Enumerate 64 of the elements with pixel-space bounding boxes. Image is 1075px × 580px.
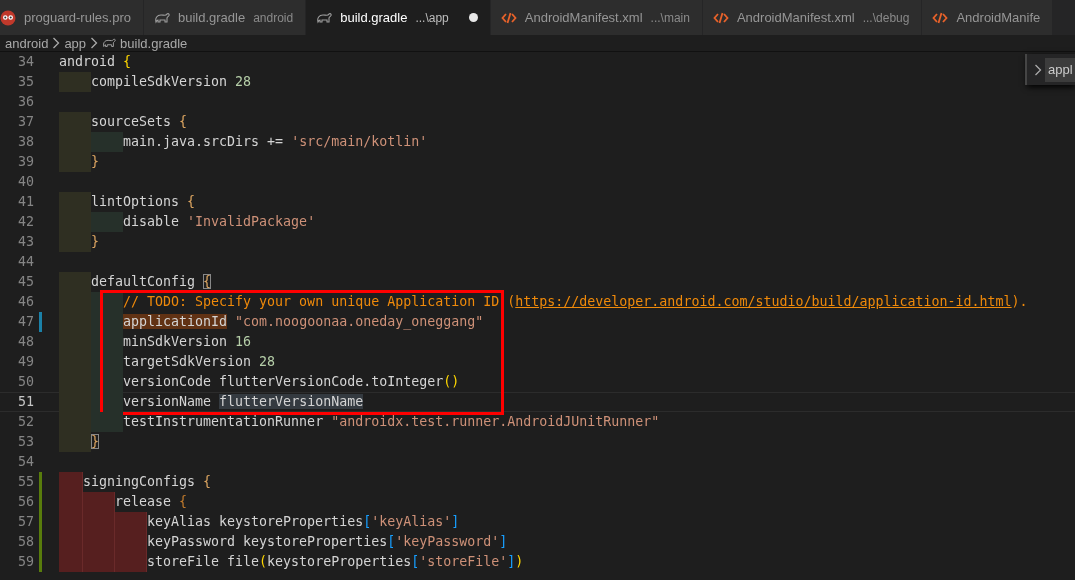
line-number: 37 bbox=[17, 113, 34, 131]
code-line: } bbox=[91, 153, 99, 171]
code-line: minSdkVersion 16 bbox=[123, 333, 252, 351]
line-number: 59 bbox=[17, 553, 34, 571]
editor-tab[interactable]: build.gradle android bbox=[143, 0, 307, 35]
code-line: // TODO: Specify your own unique Application ID (https://developer.android.com/studio/build/application-id.html). bbox=[123, 293, 1028, 311]
code-line: keyAlias keystoreProperties['keyAlias'] bbox=[147, 513, 460, 531]
line-number: 45 bbox=[17, 273, 34, 291]
code-line: signingConfigs { bbox=[83, 473, 212, 491]
line-number: 58 bbox=[17, 533, 34, 551]
code-line: release { bbox=[115, 493, 188, 511]
code-line: android { bbox=[59, 53, 132, 71]
line-number: 49 bbox=[17, 353, 34, 371]
line-number: 36 bbox=[17, 93, 34, 111]
line-number: 57 bbox=[17, 513, 34, 531]
line-number: 38 bbox=[17, 133, 34, 151]
code-line: versionCode flutterVersionCode.toInteger() bbox=[123, 373, 460, 391]
editor-tab[interactable]: proguard-rules.pro bbox=[0, 0, 144, 35]
breadcrumb-item[interactable]: app bbox=[64, 34, 87, 52]
line-number: 54 bbox=[17, 453, 34, 471]
code-line: versionName flutterVersionName bbox=[123, 393, 364, 411]
code-line: sourceSets { bbox=[91, 113, 188, 131]
code-line: targetSdkVersion 28 bbox=[123, 353, 276, 371]
line-number: 50 bbox=[17, 373, 34, 391]
editor-tab[interactable]: AndroidManifest.xml ...\debug bbox=[702, 0, 923, 35]
code-line: defaultConfig { bbox=[91, 273, 212, 291]
editor-tab[interactable]: AndroidManifest.xml ...\main bbox=[490, 0, 703, 35]
line-number: 55 bbox=[17, 473, 34, 491]
code-line: testInstrumentationRunner "androidx.test.runner.AndroidJUnitRunner" bbox=[123, 413, 660, 431]
line-number: 47 bbox=[17, 313, 34, 331]
chevron-icon bbox=[90, 37, 99, 49]
code-line: } bbox=[91, 233, 99, 251]
chevron-icon bbox=[52, 37, 61, 49]
code-line: applicationId "com.noogoonaa.oneday_oneggang" bbox=[123, 313, 484, 332]
code-line: } bbox=[91, 433, 99, 451]
elephant-icon bbox=[102, 36, 117, 50]
line-number: 41 bbox=[17, 193, 34, 211]
line-number: 46 bbox=[17, 293, 34, 311]
chevron-icon bbox=[1034, 63, 1042, 76]
code-line: storeFile file(keystoreProperties['storeFile']) bbox=[147, 553, 524, 571]
find-field[interactable]: appl bbox=[1045, 57, 1075, 82]
line-number: 56 bbox=[17, 493, 34, 511]
breadcrumb-item[interactable]: android bbox=[5, 34, 49, 52]
code-line: compileSdkVersion 28 bbox=[91, 73, 252, 91]
code-line: lintOptions { bbox=[91, 193, 196, 211]
editor-tab[interactable]: AndroidManife bbox=[922, 0, 1054, 35]
editor-tab[interactable]: build.gradle ...\app bbox=[306, 0, 491, 35]
line-number: 34 bbox=[17, 53, 34, 71]
line-number: 48 bbox=[17, 333, 34, 351]
line-number: 44 bbox=[17, 253, 34, 271]
breadcrumb-item[interactable]: build.gradle bbox=[120, 34, 188, 52]
line-number: 40 bbox=[17, 173, 34, 191]
line-number: 43 bbox=[17, 233, 34, 251]
link[interactable]: https://developer.android.com/studio/build/application-id.html bbox=[515, 294, 1012, 309]
owl-icon bbox=[0, 9, 16, 26]
line-number: 35 bbox=[17, 73, 34, 91]
code-line: main.java.srcDirs += 'src/main/kotlin' bbox=[123, 133, 428, 151]
code-line: disable 'InvalidPackage' bbox=[123, 213, 316, 231]
line-number: 52 bbox=[17, 413, 34, 431]
line-number: 51 bbox=[17, 393, 34, 411]
code-line: keyPassword keystoreProperties['keyPassword'] bbox=[147, 533, 508, 551]
line-number: 42 bbox=[17, 213, 34, 231]
line-number: 39 bbox=[17, 153, 34, 171]
line-number: 53 bbox=[17, 433, 34, 451]
